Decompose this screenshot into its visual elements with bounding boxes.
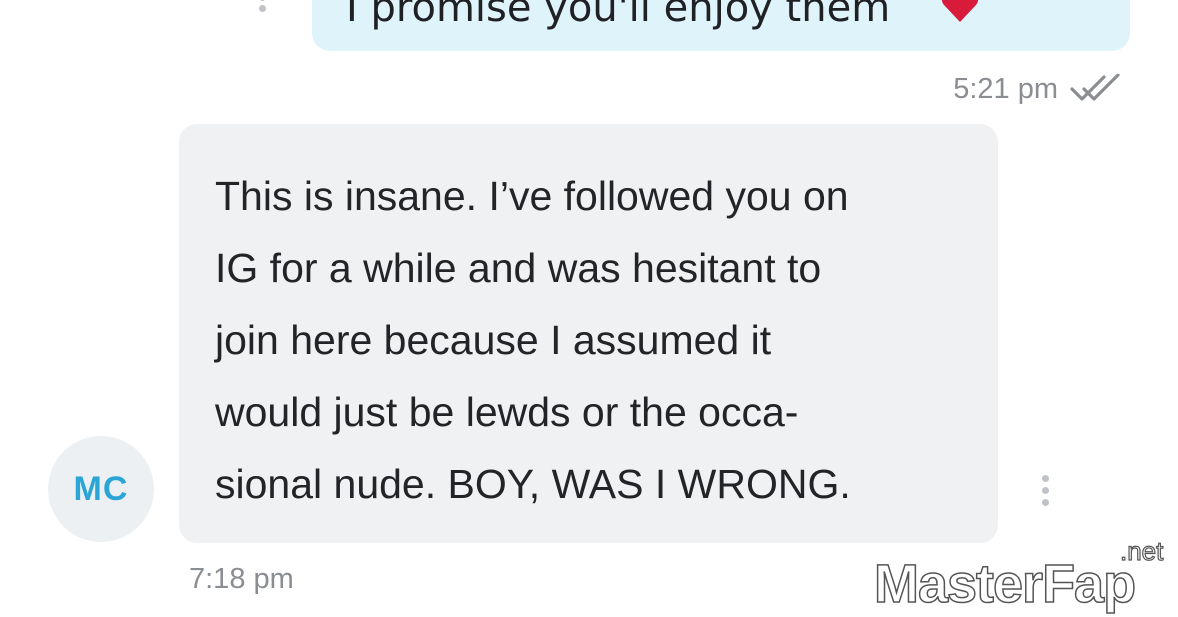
- message-line: would just be lewds or the occa-: [215, 389, 799, 435]
- message-line: join here because I assumed it: [215, 317, 772, 363]
- avatar[interactable]: MC: [48, 436, 154, 542]
- message-line: IG for a while and was hesitant to: [215, 245, 822, 291]
- received-message-time: 7:18 pm: [189, 563, 294, 595]
- watermark-logo: .net MasterFap: [873, 536, 1164, 615]
- sent-message-text: I promise you'll enjoy them: [346, 0, 891, 31]
- sent-message-time: 5:21 pm: [953, 72, 1058, 105]
- message-line: This is insane. I’ve followed you on: [215, 173, 849, 219]
- sent-message-bubble[interactable]: I promise you'll enjoy them: [312, 0, 1130, 51]
- received-message-text: This is insane. I’ve followed you on IG …: [215, 160, 985, 520]
- received-message-bubble[interactable]: This is insane. I’ve followed you on IG …: [179, 124, 998, 543]
- sent-message-menu-icon[interactable]: [257, 0, 269, 16]
- heart-icon: [941, 0, 979, 22]
- sent-message-meta: 5:21 pm: [953, 72, 1122, 106]
- double-check-icon: [1070, 74, 1120, 101]
- avatar-initials: MC: [73, 469, 129, 508]
- message-line: sional nude. BOY, WAS I WRONG.: [215, 461, 851, 507]
- watermark-text: MasterFap: [874, 554, 1135, 614]
- received-message-menu-icon[interactable]: [1040, 473, 1052, 509]
